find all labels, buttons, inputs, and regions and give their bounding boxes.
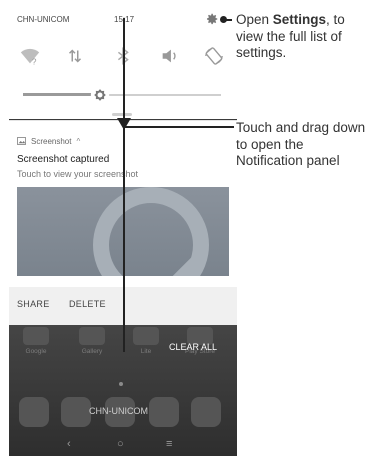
share-button[interactable]: SHARE — [17, 299, 50, 309]
phone-app-icon[interactable] — [19, 397, 49, 427]
page-indicator — [119, 382, 123, 386]
brightness-fill — [23, 93, 101, 96]
settings-gear-icon[interactable] — [205, 12, 219, 26]
settings-callout: Open Settings, to view the full list of … — [236, 12, 371, 62]
delete-button[interactable]: DELETE — [69, 299, 106, 309]
chrome-app-icon[interactable] — [191, 397, 221, 427]
auto-rotate-icon[interactable] — [203, 45, 225, 67]
settings-callout-dot — [220, 16, 227, 23]
navigation-bar: ‹ ○ ≡ — [9, 438, 237, 456]
brightness-slider[interactable] — [23, 85, 221, 105]
messages-app-icon[interactable] — [61, 397, 91, 427]
app-label: Gallery — [81, 348, 103, 355]
svg-text:?: ? — [32, 57, 37, 66]
gallery-app-icon — [79, 327, 105, 345]
drag-callout: Touch and drag down to open the Notifica… — [236, 120, 366, 168]
image-icon — [17, 137, 26, 145]
clear-all-button[interactable]: CLEAR ALL — [169, 342, 217, 352]
settings-callout-pre: Open — [236, 12, 273, 27]
drag-vertical-line — [123, 18, 125, 352]
notification-text: Touch to view your screenshot — [17, 169, 139, 179]
google-app-icon — [23, 327, 49, 345]
volume-icon[interactable] — [159, 45, 181, 67]
app-label: Google — [25, 348, 47, 355]
chevron-up-icon[interactable]: ^ — [76, 137, 80, 146]
brightness-thumb-icon[interactable] — [90, 85, 110, 105]
notification-header: Screenshot ^ — [17, 135, 80, 147]
app-lite[interactable]: Lite — [129, 327, 163, 355]
carrier-name: CHN-UNICOM — [17, 15, 70, 24]
app-gallery[interactable]: Gallery — [75, 327, 109, 355]
app-label: Lite — [140, 348, 152, 355]
drag-arrow-icon — [117, 118, 131, 130]
home-icon[interactable]: ○ — [117, 438, 124, 450]
back-icon[interactable]: ‹ — [67, 438, 71, 450]
dock-carrier-name: CHN-UNICOM — [89, 406, 148, 416]
notification-app-name: Screenshot — [31, 136, 72, 146]
drag-callout-line — [124, 126, 234, 128]
notification-title: Screenshot captured — [17, 154, 110, 165]
wifi-off-icon[interactable]: ? — [19, 45, 41, 67]
settings-callout-bold: Settings — [272, 12, 327, 27]
lite-app-icon — [133, 327, 159, 345]
camera-app-icon[interactable] — [149, 397, 179, 427]
data-arrows-icon[interactable] — [64, 45, 86, 67]
app-google[interactable]: Google — [19, 327, 53, 355]
recents-icon[interactable]: ≡ — [166, 438, 172, 450]
drag-handle[interactable] — [112, 113, 132, 116]
